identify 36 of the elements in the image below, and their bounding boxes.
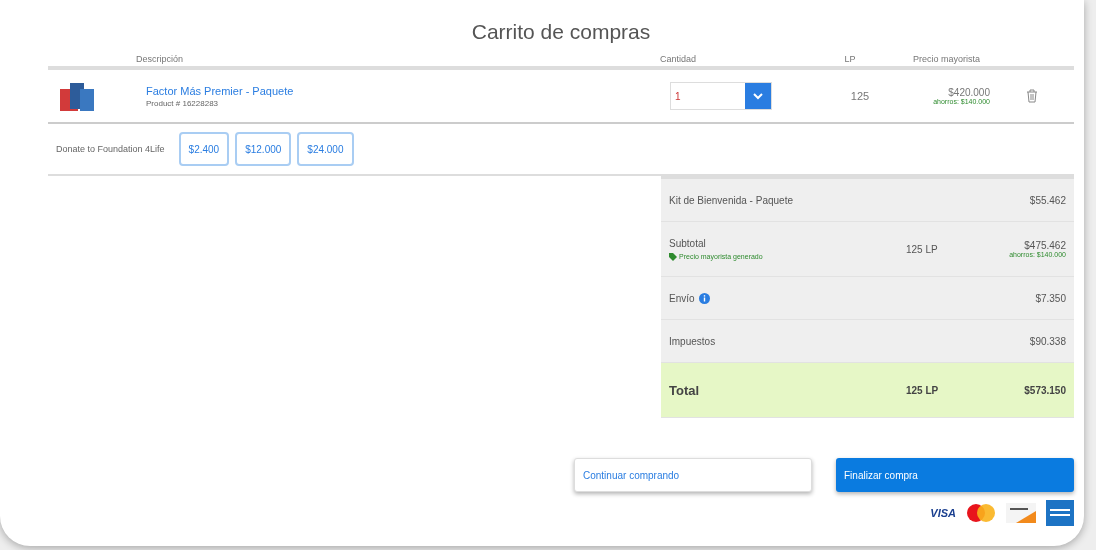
info-icon[interactable] xyxy=(698,292,710,304)
card-logo-icon xyxy=(1006,503,1036,523)
lp-total: 125 LP xyxy=(906,384,940,396)
summary-label: Impuestos xyxy=(669,335,716,347)
column-header: Descripción xyxy=(135,54,185,64)
summary-amount: $573.150 xyxy=(1023,384,1066,396)
summary-amount: $7.350 xyxy=(1034,292,1066,304)
column-header: Cantidad xyxy=(660,54,698,64)
chevron-down-icon xyxy=(752,92,764,100)
column-header: LP xyxy=(843,54,857,64)
checkout-button[interactable]: Finalizar compra xyxy=(836,458,1074,492)
product-link[interactable]: Factor Más Premier - Paquete xyxy=(146,84,670,97)
card-logo-icon xyxy=(1046,500,1074,526)
visa-logo: VISA xyxy=(930,507,956,519)
summary-label: Kit de Bienvenida - Paquete xyxy=(669,194,793,206)
summary-amount: $90.338 xyxy=(1028,335,1066,347)
column-header: Precio mayorista xyxy=(911,54,980,64)
price-value: $420.000 xyxy=(947,87,990,98)
lp-value: 125 xyxy=(849,90,871,102)
summary-amount: $475.462 xyxy=(1023,240,1066,251)
donation-amount-button[interactable]: $24.000 xyxy=(297,132,354,166)
summary-amount: $55.462 xyxy=(1028,194,1066,206)
page-title: Carrito de compras xyxy=(470,19,652,44)
lp-total: 125 LP xyxy=(906,243,939,255)
continue-shopping-button[interactable]: Continuar comprando xyxy=(574,458,812,492)
product-number: Product # 16228283 xyxy=(146,98,220,108)
tag-icon xyxy=(669,252,677,261)
summary-label: Total xyxy=(669,382,700,398)
quantity-select[interactable]: 1 xyxy=(670,82,772,110)
trash-icon[interactable] xyxy=(1026,89,1038,103)
card-circles-icon xyxy=(966,503,996,523)
donation-amount-button[interactable]: $12.000 xyxy=(235,132,292,166)
summary-label: Subtotal xyxy=(669,237,706,249)
summary-label: Envío xyxy=(669,292,695,304)
donation-amount-button[interactable]: $2.400 xyxy=(178,132,230,166)
donate-label: Donate to Foundation 4Life xyxy=(56,144,165,154)
